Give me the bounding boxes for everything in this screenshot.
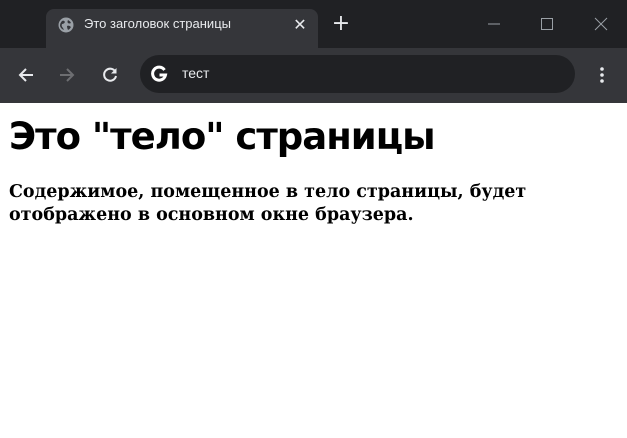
toolbar: тест [0, 48, 627, 103]
page-content: Это "тело" страницы Содержимое, помещенн… [0, 103, 627, 438]
back-arrow-icon[interactable] [15, 64, 37, 86]
browser-chrome: Это заголовок страницы ✕ + тест [0, 0, 627, 103]
page-paragraph: Содержимое, помещенное в тело страницы, … [9, 182, 527, 225]
tab-active[interactable]: Это заголовок страницы ✕ [46, 9, 318, 48]
address-input[interactable]: тест [182, 65, 209, 81]
google-g-icon [151, 65, 168, 82]
close-window-icon[interactable] [591, 14, 611, 34]
address-bar[interactable]: тест [140, 55, 575, 93]
kebab-menu-icon[interactable] [592, 64, 612, 86]
new-tab-button[interactable]: + [330, 13, 352, 35]
page-heading: Это "тело" страницы [9, 115, 436, 158]
minimize-icon[interactable] [484, 14, 504, 34]
forward-arrow-icon[interactable] [56, 64, 78, 86]
globe-icon [58, 17, 74, 33]
tab-title: Это заголовок страницы [84, 16, 231, 31]
tab-strip: Это заголовок страницы ✕ + [0, 0, 627, 48]
reload-icon[interactable] [99, 64, 121, 86]
maximize-icon[interactable] [537, 14, 557, 34]
tab-close-icon[interactable]: ✕ [290, 15, 310, 35]
